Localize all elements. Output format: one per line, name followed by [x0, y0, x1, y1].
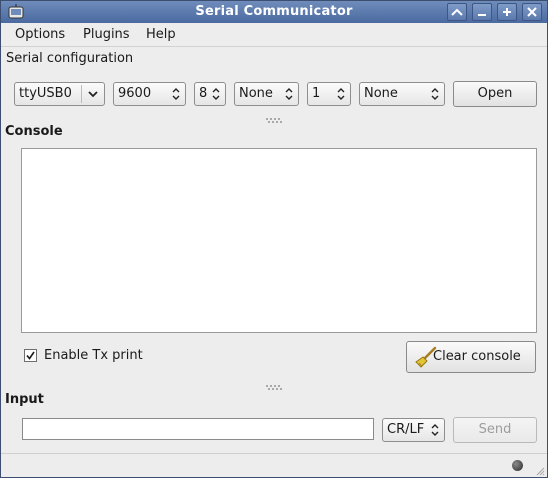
stop-bits-value: 1: [312, 86, 321, 101]
up-down-arrows-icon: [172, 88, 180, 100]
connection-status-led-icon: [512, 460, 523, 471]
data-bits-value: 8: [199, 86, 208, 101]
title-bar[interactable]: Serial Communicator: [1, 1, 547, 23]
parity-select[interactable]: None: [234, 82, 299, 106]
checkmark-icon: [26, 351, 35, 360]
flow-control-select[interactable]: None: [359, 82, 445, 106]
stop-bits-select[interactable]: 1: [307, 82, 351, 106]
chevron-down-icon: [88, 91, 98, 98]
main-window: Serial Communicator Options Plugins Help…: [0, 0, 548, 478]
up-down-arrows-icon: [337, 88, 345, 100]
status-bar: [1, 453, 547, 477]
up-icon: [451, 8, 463, 16]
menu-plugins[interactable]: Plugins: [83, 27, 130, 42]
broom-icon: [415, 346, 437, 368]
data-bits-select[interactable]: 8: [194, 82, 226, 106]
input-label: Input: [5, 392, 44, 407]
line-ending-select[interactable]: CR/LF: [382, 418, 445, 442]
up-down-arrows-icon: [285, 88, 293, 100]
close-icon: [527, 7, 537, 17]
line-ending-value: CR/LF: [387, 422, 425, 437]
console-output[interactable]: [21, 148, 537, 333]
minimize-icon: [478, 14, 486, 16]
close-button[interactable]: [522, 3, 542, 21]
resize-grip-icon[interactable]: [535, 466, 545, 476]
pane-resize-handle[interactable]: [266, 385, 284, 390]
up-down-arrows-icon: [212, 88, 220, 100]
flow-control-value: None: [364, 86, 398, 101]
maximize-icon: [503, 8, 511, 16]
input-text-field[interactable]: [22, 418, 374, 440]
clear-console-button[interactable]: Clear console: [406, 341, 536, 373]
maximize-button[interactable]: [497, 3, 517, 21]
baud-rate-value: 9600: [118, 86, 152, 101]
clear-console-label: Clear console: [433, 349, 521, 364]
menu-bar: Options Plugins Help: [1, 23, 547, 47]
port-select[interactable]: ttyUSB0: [14, 82, 105, 106]
menu-help[interactable]: Help: [146, 27, 176, 42]
up-down-arrows-icon: [431, 424, 439, 436]
up-down-arrows-icon: [431, 88, 439, 100]
menu-options[interactable]: Options: [15, 27, 65, 42]
serial-configuration-label: Serial configuration: [6, 51, 134, 66]
enable-tx-print-checkbox[interactable]: [24, 349, 37, 362]
console-label: Console: [5, 124, 63, 139]
pane-resize-handle[interactable]: [266, 118, 284, 123]
parity-value: None: [239, 86, 273, 101]
port-value: ttyUSB0: [19, 86, 72, 101]
enable-tx-print-label[interactable]: Enable Tx print: [44, 348, 143, 363]
baud-rate-select[interactable]: 9600: [113, 82, 186, 106]
send-button[interactable]: Send: [453, 417, 537, 443]
shade-button[interactable]: [447, 3, 467, 21]
minimize-button[interactable]: [472, 3, 492, 21]
open-button[interactable]: Open: [453, 81, 537, 107]
